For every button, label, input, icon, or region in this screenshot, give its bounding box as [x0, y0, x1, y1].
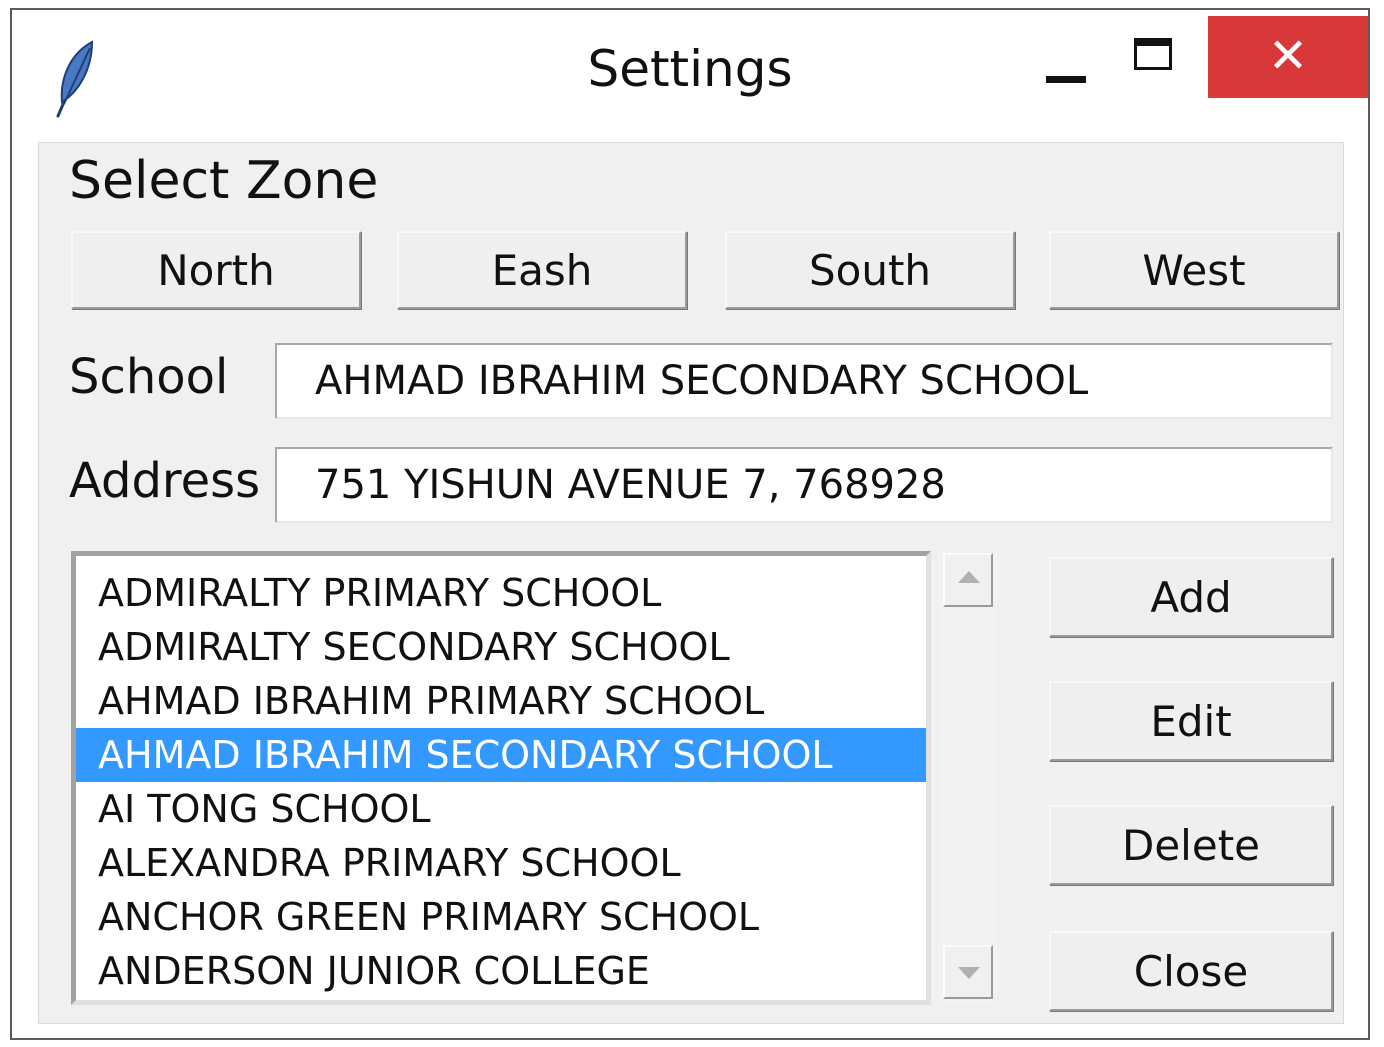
school-input[interactable]: AHMAD IBRAHIM SECONDARY SCHOOL	[275, 343, 1333, 419]
edit-button[interactable]: Edit	[1049, 681, 1333, 761]
list-item[interactable]: ADMIRALTY SECONDARY SCHOOL	[76, 620, 926, 674]
zone-east-button[interactable]: Eash	[397, 231, 687, 309]
settings-window: Settings ✕ Select Zone North Eash South …	[10, 8, 1370, 1040]
scroll-down-button[interactable]	[943, 945, 993, 999]
list-item[interactable]: AHMAD IBRAHIM PRIMARY SCHOOL	[76, 674, 926, 728]
list-item[interactable]: ANCHOR GREEN PRIMARY SCHOOL	[76, 890, 926, 944]
zone-north-button[interactable]: North	[71, 231, 361, 309]
add-button[interactable]: Add	[1049, 557, 1333, 637]
list-scrollbar[interactable]	[939, 553, 997, 1005]
close-window-button[interactable]: ✕	[1208, 16, 1368, 98]
zone-south-button[interactable]: South	[725, 231, 1015, 309]
school-label: School	[69, 349, 229, 405]
delete-button[interactable]: Delete	[1049, 805, 1333, 885]
scroll-up-button[interactable]	[943, 553, 993, 607]
list-item[interactable]: AI TONG SCHOOL	[76, 782, 926, 836]
address-label: Address	[69, 453, 261, 509]
scroll-up-arrow-icon	[958, 571, 980, 583]
list-item[interactable]: ADMIRALTY PRIMARY SCHOOL	[76, 566, 926, 620]
maximize-button[interactable]	[1116, 22, 1194, 100]
list-item-selected[interactable]: AHMAD IBRAHIM SECONDARY SCHOOL	[76, 728, 926, 782]
list-item[interactable]: ALEXANDRA PRIMARY SCHOOL	[76, 836, 926, 890]
close-icon: ✕	[1267, 28, 1309, 84]
scroll-down-arrow-icon	[958, 967, 980, 979]
address-input[interactable]: 751 YISHUN AVENUE 7, 768928	[275, 447, 1333, 523]
close-button[interactable]: Close	[1049, 931, 1333, 1011]
title-bar[interactable]: Settings ✕	[12, 10, 1368, 138]
select-zone-label: Select Zone	[69, 151, 379, 211]
school-listbox[interactable]: ADMIRALTY PRIMARY SCHOOL ADMIRALTY SECON…	[71, 551, 931, 1005]
minimize-button[interactable]	[1032, 50, 1104, 110]
zone-west-button[interactable]: West	[1049, 231, 1339, 309]
list-item[interactable]: ANDERSON JUNIOR COLLEGE	[76, 944, 926, 998]
settings-panel: Select Zone North Eash South West School…	[38, 142, 1344, 1024]
